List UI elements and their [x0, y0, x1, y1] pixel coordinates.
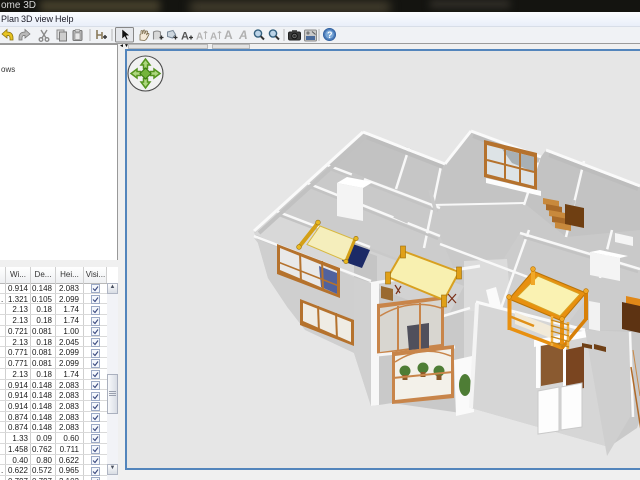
svg-text:A: A [224, 28, 233, 42]
svg-text:A: A [196, 32, 203, 43]
svg-text:A: A [210, 32, 217, 43]
svg-text:A: A [181, 31, 189, 43]
svg-text:A: A [238, 28, 248, 42]
svg-text:?: ? [327, 30, 333, 40]
